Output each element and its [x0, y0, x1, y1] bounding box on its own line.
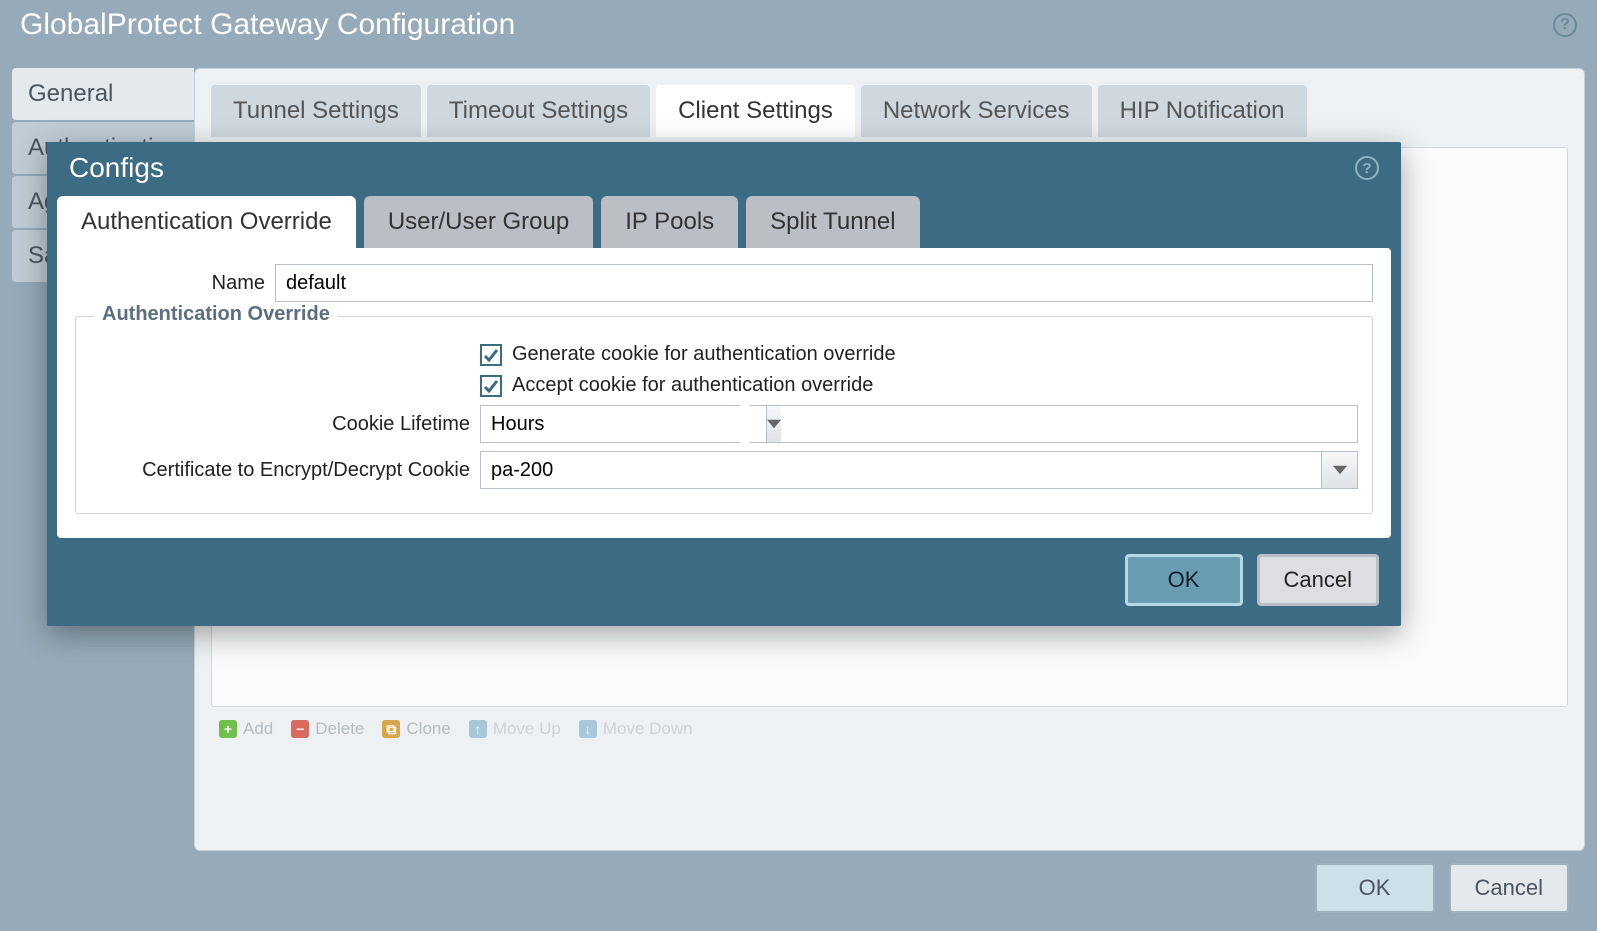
- tab-auth-override[interactable]: Authentication Override: [57, 196, 356, 248]
- cookie-lifetime-label: Cookie Lifetime: [90, 413, 470, 436]
- side-tab-general[interactable]: General: [12, 68, 194, 120]
- chevron-down-icon[interactable]: [1321, 452, 1357, 488]
- outer-footer-buttons: OK Cancel: [1315, 863, 1569, 913]
- clone-button[interactable]: ⧉Clone: [382, 719, 450, 739]
- clone-label: Clone: [406, 719, 450, 739]
- configs-body: Name Authentication Override Generate co…: [57, 248, 1391, 538]
- help-icon[interactable]: ?: [1553, 13, 1577, 37]
- tab-user-group[interactable]: User/User Group: [364, 196, 593, 248]
- configs-tabs: Authentication Override User/User Group …: [57, 196, 1401, 248]
- configs-title: Configs: [69, 152, 164, 184]
- auth-override-fieldset: Authentication Override Generate cookie …: [75, 316, 1373, 514]
- page-title: GlobalProtect Gateway Configuration: [20, 8, 515, 42]
- moveup-label: Move Up: [493, 719, 561, 739]
- generate-cookie-checkbox[interactable]: [480, 344, 502, 366]
- configs-dialog: Configs ? Authentication Override User/U…: [47, 142, 1401, 626]
- tab-network-services[interactable]: Network Services: [861, 85, 1092, 137]
- fieldset-legend: Authentication Override: [94, 303, 338, 326]
- accept-cookie-checkbox[interactable]: [480, 375, 502, 397]
- add-label: Add: [243, 719, 273, 739]
- outer-ok-button[interactable]: OK: [1315, 863, 1435, 913]
- lifetime-unit-select[interactable]: [480, 405, 740, 443]
- configs-cancel-button[interactable]: Cancel: [1257, 554, 1379, 606]
- delete-button[interactable]: −Delete: [291, 719, 364, 739]
- inner-tabs: Tunnel Settings Timeout Settings Client …: [211, 85, 1568, 137]
- configs-ok-button[interactable]: OK: [1125, 554, 1243, 606]
- tab-ip-pools[interactable]: IP Pools: [601, 196, 738, 248]
- tab-timeout-settings[interactable]: Timeout Settings: [427, 85, 650, 137]
- movedown-label: Move Down: [603, 719, 693, 739]
- name-input[interactable]: [275, 264, 1373, 302]
- generate-cookie-label: Generate cookie for authentication overr…: [512, 343, 896, 366]
- lifetime-value-input[interactable]: [750, 405, 1358, 443]
- configs-help-icon[interactable]: ?: [1355, 156, 1379, 180]
- delete-label: Delete: [315, 719, 364, 739]
- accept-cookie-label: Accept cookie for authentication overrid…: [512, 374, 873, 397]
- movedown-button[interactable]: ↓Move Down: [579, 719, 693, 739]
- tab-client-settings[interactable]: Client Settings: [656, 85, 855, 137]
- cert-input[interactable]: [481, 452, 1321, 488]
- add-button[interactable]: +Add: [219, 719, 273, 739]
- configs-footer-buttons: OK Cancel: [47, 550, 1401, 626]
- tab-hip-notification[interactable]: HIP Notification: [1098, 85, 1307, 137]
- cert-label: Certificate to Encrypt/Decrypt Cookie: [90, 459, 470, 482]
- lifetime-unit-input[interactable]: [481, 406, 766, 442]
- cert-select[interactable]: [480, 451, 1358, 489]
- name-label: Name: [75, 272, 265, 295]
- moveup-button[interactable]: ↑Move Up: [469, 719, 561, 739]
- tab-split-tunnel[interactable]: Split Tunnel: [746, 196, 919, 248]
- outer-cancel-button[interactable]: Cancel: [1449, 863, 1569, 913]
- action-bar: +Add −Delete ⧉Clone ↑Move Up ↓Move Down: [211, 707, 1568, 751]
- tab-tunnel-settings[interactable]: Tunnel Settings: [211, 85, 421, 137]
- chevron-down-icon[interactable]: [766, 406, 781, 442]
